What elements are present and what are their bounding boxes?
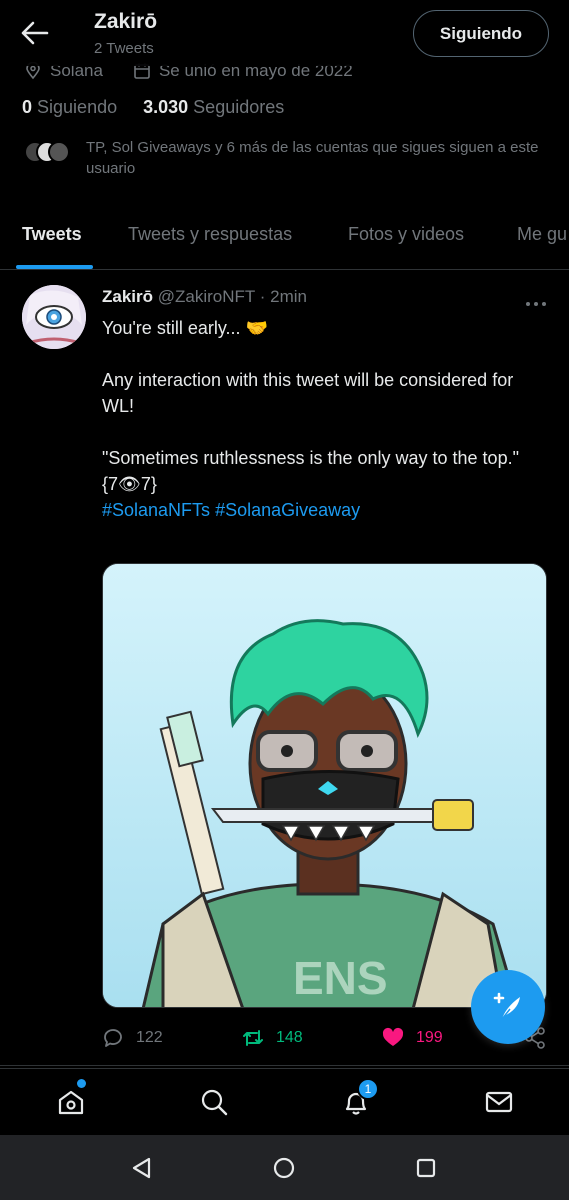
known-follower-avatars xyxy=(24,141,74,165)
nav-messages[interactable] xyxy=(484,1087,514,1117)
nav-search[interactable] xyxy=(199,1087,229,1117)
arrow-left-icon xyxy=(21,21,49,45)
triangle-back-icon xyxy=(132,1157,151,1179)
following-link[interactable]: 0 Siguiendo xyxy=(22,97,117,118)
svg-text:ENS: ENS xyxy=(293,952,388,1004)
tweet-count: 2 Tweets xyxy=(94,40,154,57)
retweet-count: 148 xyxy=(276,1029,303,1046)
mail-icon xyxy=(485,1091,513,1113)
feather-plus-icon xyxy=(493,992,520,1020)
hashtag-link[interactable]: #SolanaNFTs xyxy=(102,500,210,520)
system-home-button[interactable] xyxy=(272,1156,296,1180)
retweet-icon xyxy=(243,1030,263,1046)
following-button[interactable]: Siguiendo xyxy=(413,10,549,57)
profile-tabs: Tweets Tweets y respuestas Fotos y video… xyxy=(0,208,569,270)
more-horizontal-icon xyxy=(526,302,546,306)
home-icon xyxy=(58,1090,84,1115)
circle-home-icon xyxy=(273,1157,295,1179)
tweet-image[interactable]: ENS xyxy=(102,563,547,1008)
nft-character-illustration: ENS xyxy=(103,564,546,1007)
reply-icon xyxy=(104,1029,122,1047)
tweet-line: {7👁7} xyxy=(102,474,157,494)
bottom-navigation: 1 xyxy=(0,1068,569,1134)
tweet-author-handle[interactable]: @ZakiroNFT xyxy=(158,287,255,306)
follow-stats: 0 Siguiendo 3.030 Seguidores xyxy=(22,97,284,118)
tab-tweets[interactable]: Tweets xyxy=(22,224,82,245)
avatar xyxy=(48,141,70,163)
square-recents-icon xyxy=(416,1158,436,1178)
like-count: 199 xyxy=(416,1029,443,1046)
tweet-header: Zakirō @ZakiroNFT · 2min xyxy=(102,287,307,307)
search-icon xyxy=(201,1089,228,1116)
tweet-separator: · xyxy=(259,287,266,306)
avatar-illustration xyxy=(22,285,86,349)
profile-name: Zakirō xyxy=(94,10,158,33)
notification-badge: 1 xyxy=(357,1078,379,1100)
retweet-button[interactable]: 148 xyxy=(242,1027,303,1049)
more-options-button[interactable] xyxy=(524,295,548,306)
heart-icon xyxy=(382,1027,404,1046)
following-label: Siguiendo xyxy=(37,97,118,117)
tweet-line: You're still early... 🤝 xyxy=(102,318,268,338)
tweet[interactable]: Zakirō @ZakiroNFT · 2min You're still ea… xyxy=(0,271,569,1066)
tweet-text: You're still early... 🤝 Any interaction … xyxy=(102,315,542,523)
profile-header: Zakirō 2 Tweets Siguiendo xyxy=(0,0,569,66)
system-back-button[interactable] xyxy=(130,1156,154,1180)
compose-tweet-button[interactable] xyxy=(471,970,545,1044)
like-button[interactable]: 199 xyxy=(382,1027,443,1049)
reply-count: 122 xyxy=(136,1029,163,1046)
active-tab-indicator xyxy=(16,265,93,269)
followers-link[interactable]: 3.030 Seguidores xyxy=(143,97,284,118)
home-new-indicator xyxy=(77,1079,86,1088)
author-avatar[interactable] xyxy=(22,285,86,349)
tweet-line: "Sometimes ruthlessness is the only way … xyxy=(102,448,519,468)
following-count: 0 xyxy=(22,97,33,117)
tab-likes[interactable]: Me gu xyxy=(517,224,567,245)
tweet-time[interactable]: 2min xyxy=(270,287,307,306)
reply-button[interactable]: 122 xyxy=(102,1027,163,1049)
system-navigation-bar xyxy=(0,1135,569,1200)
system-recents-button[interactable] xyxy=(414,1156,438,1180)
tab-tweets-replies[interactable]: Tweets y respuestas xyxy=(128,224,292,245)
tweet-line: Any interaction with this tweet will be … xyxy=(102,370,514,416)
hashtag-link[interactable]: #SolanaGiveaway xyxy=(215,500,360,520)
tab-media[interactable]: Fotos y videos xyxy=(348,224,464,245)
tweet-author-name[interactable]: Zakirō xyxy=(102,287,153,306)
followers-label: Seguidores xyxy=(193,97,285,117)
known-followers-text: TP, Sol Giveaways y 6 más de las cuentas… xyxy=(86,139,539,177)
back-button[interactable] xyxy=(20,20,50,46)
followers-count: 3.030 xyxy=(143,97,189,117)
nav-home[interactable] xyxy=(56,1087,86,1117)
